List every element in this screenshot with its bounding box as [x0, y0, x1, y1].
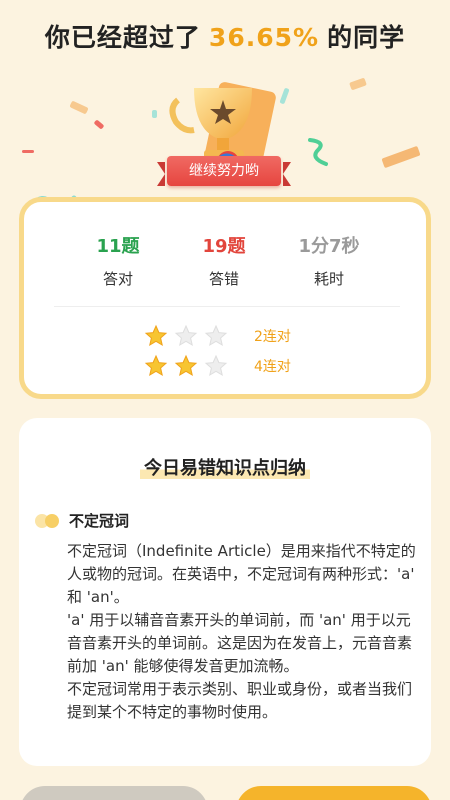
star-rating [144, 354, 234, 378]
wrong-count: 19题 [202, 236, 246, 257]
encourage-ribbon: 继续努力哟 [157, 156, 291, 186]
combo-row: 2连对 [144, 324, 291, 348]
divider [54, 306, 400, 307]
result-headline: 你已经超过了 36.65% 的同学 [0, 18, 450, 54]
time-label: 耗时 [313, 270, 344, 288]
knowledge-title: 今日易错知识点归纳 [19, 454, 431, 480]
stats-card: 11题 答对 19题 答错 1分7秒 耗时 2连对 4连对 [19, 197, 431, 399]
knowledge-subtitle-row: 不定冠词 [35, 510, 129, 531]
correct-label: 答对 [102, 270, 133, 288]
combo-label: 4连对 [254, 359, 291, 375]
headline-prefix: 你已经超过了 [44, 23, 201, 52]
star-empty-icon [204, 324, 228, 347]
stat-time: 1分7秒 耗时 [279, 232, 379, 289]
knowledge-paragraph: 不定冠词（Indefinite Article）是用来指代不特定的人或物的冠词。… [67, 542, 416, 606]
correct-count: 11题 [96, 236, 140, 257]
star-filled-icon [144, 354, 168, 377]
knowledge-body: 不定冠词（Indefinite Article）是用来指代不特定的人或物的冠词。… [67, 540, 417, 724]
star-filled-icon [144, 324, 168, 347]
star-filled-icon [174, 354, 198, 377]
combo-row: 4连对 [144, 354, 291, 378]
right-action-button[interactable] [236, 786, 432, 800]
star-rating [144, 324, 234, 348]
wrong-label: 答错 [208, 270, 239, 288]
bullet-dots-icon [35, 513, 63, 528]
star-empty-icon [204, 354, 228, 377]
combo-label: 2连对 [254, 329, 291, 345]
knowledge-paragraph: 'a' 用于以辅音音素开头的单词前，而 'an' 用于以元音音素开头的单词前。这… [67, 611, 413, 675]
knowledge-card[interactable]: 今日易错知识点归纳 不定冠词 不定冠词（Indefinite Article）是… [19, 418, 431, 766]
knowledge-subtitle: 不定冠词 [69, 512, 130, 530]
headline-suffix: 的同学 [327, 23, 406, 52]
stat-wrong: 19题 答错 [174, 232, 274, 289]
percent-value: 36.65% [208, 23, 320, 52]
stat-correct: 11题 答对 [68, 232, 168, 289]
knowledge-paragraph: 不定冠词常用于表示类别、职业或身份，或者当我们提到某个不特定的事物时使用。 [67, 680, 413, 721]
left-action-button[interactable] [20, 786, 208, 800]
star-empty-icon [174, 324, 198, 347]
time-value: 1分7秒 [298, 236, 360, 257]
